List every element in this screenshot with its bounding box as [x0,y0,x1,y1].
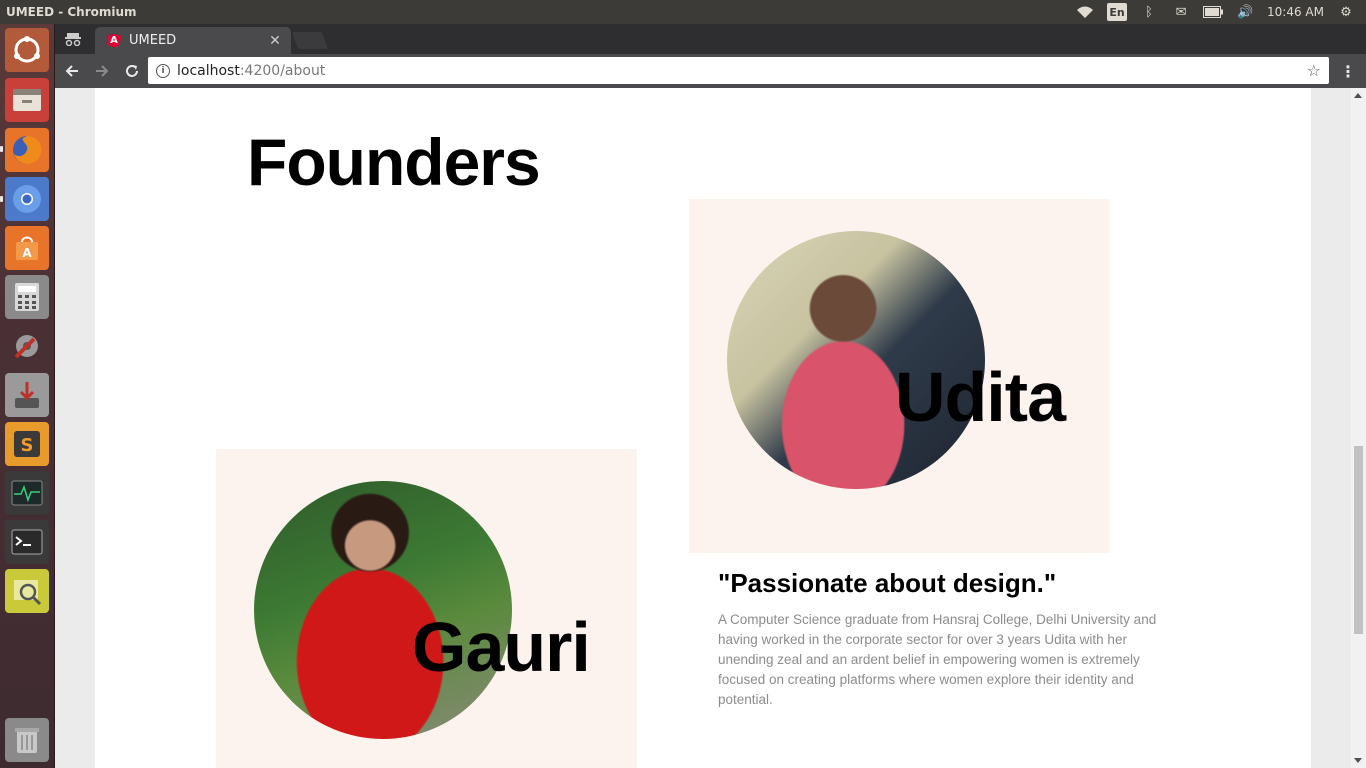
launcher-running-indicator [0,146,3,152]
site-info-icon[interactable]: i [156,63,170,78]
clock[interactable]: 10:46 AM [1267,5,1324,19]
trash-icon[interactable] [5,718,49,762]
svg-text:A: A [22,246,32,260]
bluetooth-icon[interactable]: ᛒ [1139,3,1159,21]
founder-bio: A Computer Science graduate from Hansraj… [718,612,1157,707]
angular-favicon-icon: A [107,33,121,48]
software-center-icon[interactable]: A [5,226,49,270]
page-viewport: Founders Udita "Passionate about design.… [55,88,1366,768]
bookmark-star-icon[interactable]: ☆ [1307,61,1321,80]
chromium-icon[interactable] [5,177,49,221]
new-tab-button[interactable] [291,32,329,49]
files-icon[interactable] [5,78,49,122]
page-title: Founders [247,125,541,199]
svg-text:S: S [21,435,34,456]
scrollbar-thumb[interactable] [1354,446,1363,634]
window-title: UMEED - Chromium [6,5,137,19]
power-settings-icon[interactable]: ⚙ [1336,3,1356,21]
browser-toolbar: i localhost:4200/about ☆ ⋮ [55,54,1366,88]
battery-icon[interactable] [1203,3,1224,21]
terminal-icon[interactable] [5,520,49,564]
firefox-icon[interactable] [5,128,49,172]
page-scrollbar[interactable] [1351,88,1366,768]
profile-icon[interactable] [63,30,83,48]
tab-title: UMEED [129,33,177,48]
scroll-up-arrow-icon[interactable] [1354,93,1362,98]
about-page: Founders Udita "Passionate about design.… [95,88,1311,768]
software-updater-icon[interactable] [5,373,49,417]
founder-name: Gauri [412,608,591,686]
wifi-icon[interactable] [1075,3,1095,21]
scroll-down-arrow-icon[interactable] [1354,758,1362,763]
founder-name: Udita [895,358,1066,436]
system-top-bar: UMEED - Chromium En ᛒ ✉ 🔊 10:46 AM ⚙ [0,0,1366,24]
founder-card-udita: Udita [689,199,1110,553]
sublime-text-icon[interactable]: S [5,422,49,466]
forward-button[interactable] [89,58,115,84]
image-viewer-icon[interactable] [5,569,49,613]
url-text[interactable]: localhost:4200/about [177,63,325,79]
unity-launcher: A S [0,24,55,768]
system-tray: En ᛒ ✉ 🔊 10:46 AM ⚙ [1075,3,1366,21]
browser-menu-icon[interactable]: ⋮ [1340,62,1356,81]
founder-quote: "Passionate about design." [718,568,1057,598]
founder-card-gauri: Gauri [216,449,637,768]
volume-icon[interactable]: 🔊 [1235,3,1255,21]
close-tab-icon[interactable]: ✕ [267,33,283,49]
back-button[interactable] [59,58,85,84]
launcher-running-indicator [0,196,3,202]
reload-button[interactable] [119,58,145,84]
ubuntu-dash-icon[interactable] [5,28,49,72]
calculator-icon[interactable] [5,275,49,319]
system-monitor-icon[interactable] [5,471,49,515]
url-path: :4200/about [239,62,326,79]
browser-tab-strip: A UMEED ✕ [55,24,1366,54]
address-bar[interactable]: i localhost:4200/about ☆ [148,57,1329,84]
system-settings-icon[interactable] [5,324,49,368]
url-host: localhost [177,62,240,79]
keyboard-layout-indicator[interactable]: En [1107,3,1128,21]
mail-icon[interactable]: ✉ [1171,3,1191,21]
tab-umeed[interactable]: A UMEED ✕ [95,27,291,54]
